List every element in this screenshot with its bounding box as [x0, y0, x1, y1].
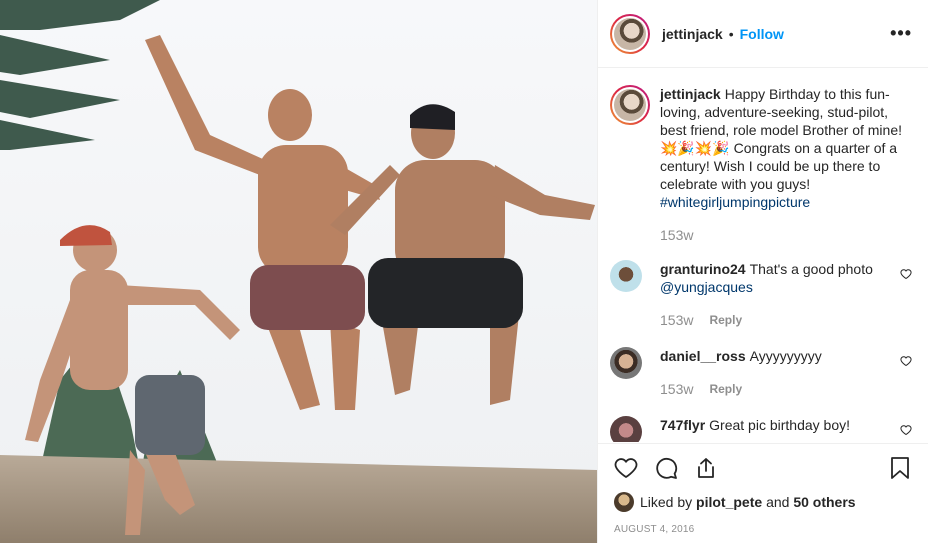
reply-button[interactable]: Reply [709, 380, 742, 398]
comment-item: daniel__ross Ayyyyyyyyy 153w Reply [610, 347, 912, 398]
comment-like-heart-icon[interactable] [900, 268, 912, 280]
comment-like-heart-icon[interactable] [900, 424, 912, 436]
commenter-avatar[interactable] [610, 347, 642, 379]
post-panel: jettinjack • Follow ••• jettinjack Happy … [597, 0, 928, 543]
more-options-icon[interactable]: ••• [890, 23, 912, 44]
post-header: jettinjack • Follow ••• [598, 0, 928, 68]
post-date[interactable]: August 4, 2016 [614, 524, 912, 535]
caption-emoji: 💥🎉💥🎉 [660, 140, 730, 156]
author-username[interactable]: jettinjack [662, 26, 723, 42]
liker-username[interactable]: pilot_pete [696, 494, 762, 510]
comment-username[interactable]: granturino24 [660, 261, 746, 277]
post-photo[interactable] [0, 0, 597, 543]
reply-button[interactable]: Reply [709, 311, 742, 329]
bookmark-icon[interactable] [888, 456, 912, 480]
author-avatar[interactable] [610, 13, 650, 54]
comment-mention-link[interactable]: @yungjacques [660, 279, 753, 295]
likes-others-link[interactable]: 50 others [793, 494, 855, 510]
caption-author-avatar[interactable] [610, 85, 650, 125]
action-bar [614, 444, 912, 492]
comment-like-heart-icon[interactable] [900, 355, 912, 367]
comment-username[interactable]: 747flyr [660, 417, 705, 433]
commenter-avatar[interactable] [610, 260, 642, 292]
comment-item: granturino24 That's a good photo @yungjac… [610, 260, 912, 329]
commenter-avatar[interactable] [610, 416, 642, 442]
likes-prefix: Liked by [640, 494, 693, 510]
comments-section[interactable]: jettinjack Happy Birthday to this fun-lov… [598, 69, 928, 442]
likes-summary[interactable]: Liked by pilot_pete and 50 others [614, 492, 912, 512]
comment-item: 747flyr Great pic birthday boy! [610, 416, 912, 442]
comment-timestamp[interactable]: 153w [660, 311, 693, 329]
likes-conj: and [766, 494, 790, 510]
photo-jumping-friends [0, 0, 597, 543]
follow-button[interactable]: Follow [740, 26, 784, 42]
caption-username[interactable]: jettinjack [660, 86, 721, 102]
header-separator: • [728, 25, 734, 42]
share-icon[interactable] [694, 456, 718, 480]
comment-timestamp[interactable]: 153w [660, 380, 693, 398]
comment-text: Ayyyyyyyyy [749, 348, 822, 364]
comment-text: Great pic birthday boy! [709, 417, 851, 433]
caption: jettinjack Happy Birthday to this fun-lov… [610, 85, 912, 244]
caption-timestamp[interactable]: 153w [660, 226, 693, 244]
heart-icon[interactable] [614, 456, 638, 480]
caption-hashtag-link[interactable]: #whitegirljumpingpicture [660, 194, 810, 210]
comment-icon[interactable] [654, 456, 678, 480]
comment-text: That's a good photo [749, 261, 873, 277]
liker-avatar[interactable] [614, 492, 634, 512]
post-actions: Liked by pilot_pete and 50 others August… [598, 443, 928, 535]
comment-username[interactable]: daniel__ross [660, 348, 746, 364]
